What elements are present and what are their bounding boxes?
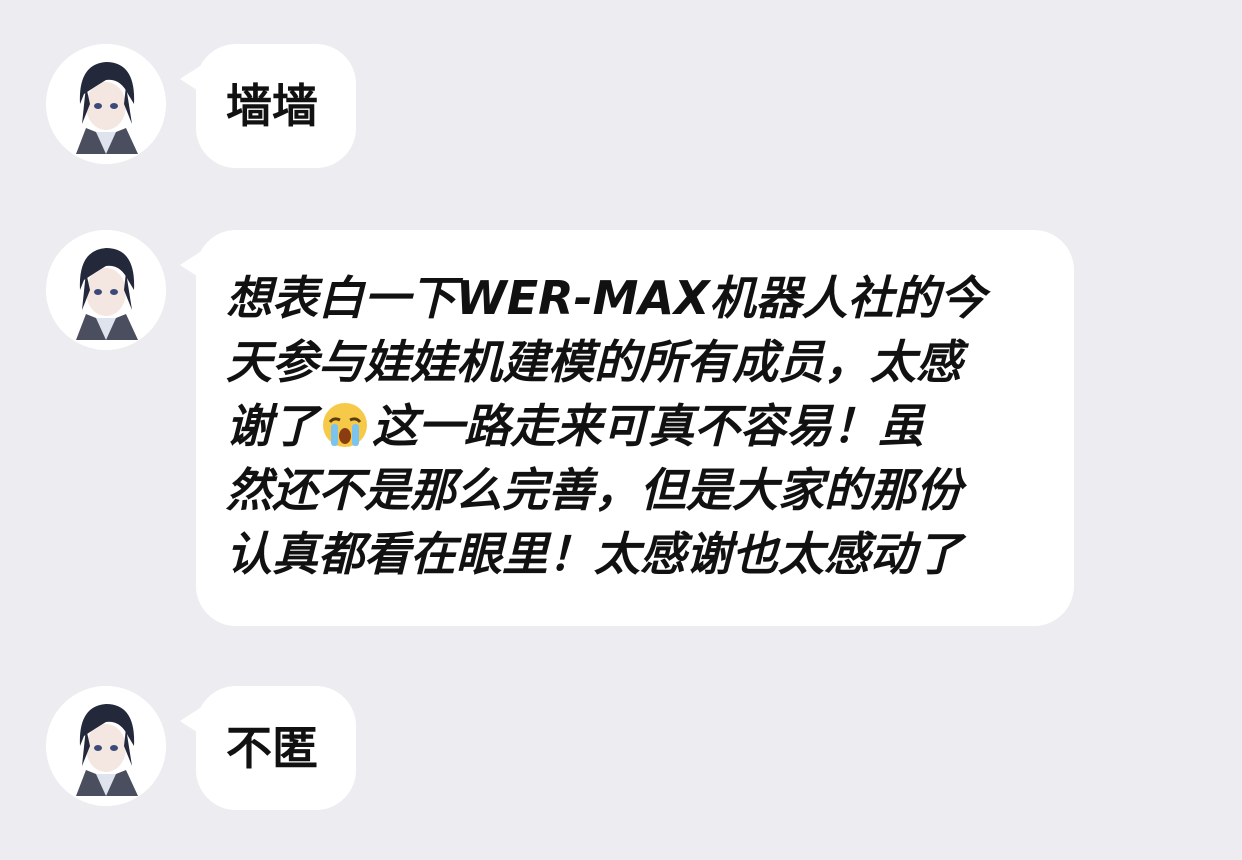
message-bubble[interactable]: 想表白一下WER-MAX机器人社的今 天参与娃娃机建模的所有成员，太感 谢了 这…	[180, 230, 1074, 626]
sender-avatar[interactable]	[46, 230, 166, 350]
message-line: 认真都看在眼里！太感谢也太感动了	[226, 527, 962, 581]
sender-avatar[interactable]	[46, 686, 166, 806]
anime-avatar-icon	[46, 230, 166, 350]
message-text: 墙墙	[226, 79, 318, 133]
bubble-tail	[180, 252, 200, 278]
message-line: 想表白一下WER-MAX机器人社的今	[226, 271, 986, 325]
message-segment: 这一路走来可真不容易！虽	[372, 399, 924, 453]
chat-thread: 墙墙 想表白一下WER-MAX机器人社的今 天参与娃娃机建模的所有成员，太感 谢…	[0, 0, 1242, 860]
message-line: 天参与娃娃机建模的所有成员，太感	[226, 335, 962, 389]
bubble-tail	[180, 708, 200, 734]
message-line: 谢了 这一路走来可真不容易！虽	[226, 394, 1044, 458]
message-bubble[interactable]: 墙墙	[180, 44, 356, 168]
message-segment: 谢了	[226, 399, 318, 453]
message-bubble[interactable]: 不匿	[180, 686, 356, 810]
anime-avatar-icon	[46, 44, 166, 164]
sender-avatar[interactable]	[46, 44, 166, 164]
crying-face-icon	[323, 403, 367, 447]
message-line: 然还不是那么完善，但是大家的那份	[226, 463, 962, 517]
bubble-tail	[180, 66, 200, 92]
message-text: 不匿	[226, 721, 318, 775]
anime-avatar-icon	[46, 686, 166, 806]
